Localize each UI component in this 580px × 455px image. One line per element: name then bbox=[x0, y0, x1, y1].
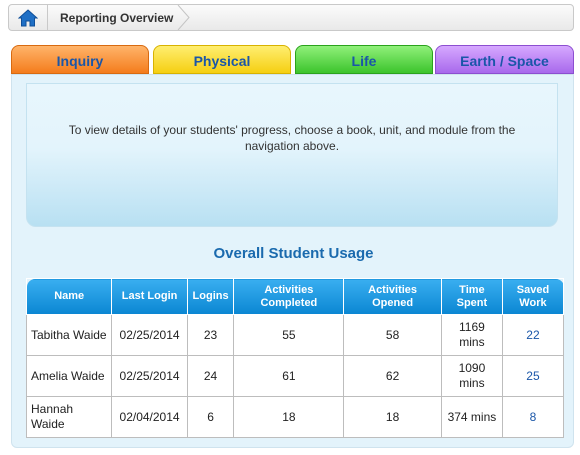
student-name: Tabitha Waide bbox=[25, 314, 113, 356]
student-name: Amelia Waide bbox=[25, 355, 113, 397]
usage-title: Overall Student Usage bbox=[213, 245, 374, 262]
column-header[interactable]: Last Login bbox=[111, 278, 188, 315]
activities-completed: 61 bbox=[233, 355, 345, 397]
saved-work-link[interactable]: 22 bbox=[501, 314, 565, 356]
usage-table: Name Last Login Logins Activities Comple… bbox=[25, 278, 565, 438]
info-box: To view details of your students' progre… bbox=[26, 83, 558, 227]
column-header[interactable]: Activities Completed bbox=[233, 278, 345, 315]
saved-work-link[interactable]: 25 bbox=[501, 355, 565, 397]
logins: 24 bbox=[186, 355, 235, 397]
column-header[interactable]: Saved Work bbox=[501, 278, 565, 315]
column-header[interactable]: Time Spent bbox=[440, 278, 503, 315]
table-header-row: Name Last Login Logins Activities Comple… bbox=[25, 278, 565, 315]
table-row: Tabitha Waide 02/25/2014 23 55 58 1169 m… bbox=[25, 314, 565, 356]
activities-completed: 55 bbox=[233, 314, 345, 356]
activities-opened: 58 bbox=[343, 314, 442, 356]
column-header[interactable]: Activities Opened bbox=[343, 278, 442, 315]
info-message: To view details of your students' progre… bbox=[68, 123, 516, 153]
table-row: Hannah Waide 02/04/2014 6 18 18 374 mins… bbox=[25, 396, 565, 438]
column-header[interactable]: Logins bbox=[186, 278, 235, 315]
time-spent: 1169 mins bbox=[440, 314, 503, 356]
tab-inquiry[interactable]: Inquiry bbox=[11, 45, 149, 74]
table-row: Amelia Waide 02/25/2014 24 61 62 1090 mi… bbox=[25, 355, 565, 397]
tab-physical[interactable]: Physical bbox=[153, 45, 291, 74]
breadcrumb: Reporting Overview bbox=[8, 4, 574, 31]
report-panel: To view details of your students' progre… bbox=[11, 74, 574, 448]
student-name: Hannah Waide bbox=[25, 396, 113, 438]
column-header[interactable]: Name bbox=[25, 278, 113, 315]
saved-work-link[interactable]: 8 bbox=[501, 396, 565, 438]
activities-opened: 18 bbox=[343, 396, 442, 438]
activities-completed: 18 bbox=[233, 396, 345, 438]
time-spent: 1090 mins bbox=[440, 355, 503, 397]
last-login: 02/25/2014 bbox=[111, 314, 188, 356]
tab-life[interactable]: Life bbox=[295, 45, 433, 74]
time-spent: 374 mins bbox=[440, 396, 503, 438]
activities-opened: 62 bbox=[343, 355, 442, 397]
logins: 6 bbox=[186, 396, 235, 438]
breadcrumb-title: Reporting Overview bbox=[60, 11, 174, 25]
logins: 23 bbox=[186, 314, 235, 356]
tab-earth-space[interactable]: Earth / Space bbox=[435, 45, 574, 74]
breadcrumb-separator-icon bbox=[177, 5, 190, 30]
last-login: 02/25/2014 bbox=[111, 355, 188, 397]
home-icon bbox=[18, 8, 38, 26]
subject-tabs: Inquiry Physical Life Earth / Space bbox=[11, 45, 574, 74]
last-login: 02/04/2014 bbox=[111, 396, 188, 438]
home-button[interactable] bbox=[9, 5, 48, 30]
